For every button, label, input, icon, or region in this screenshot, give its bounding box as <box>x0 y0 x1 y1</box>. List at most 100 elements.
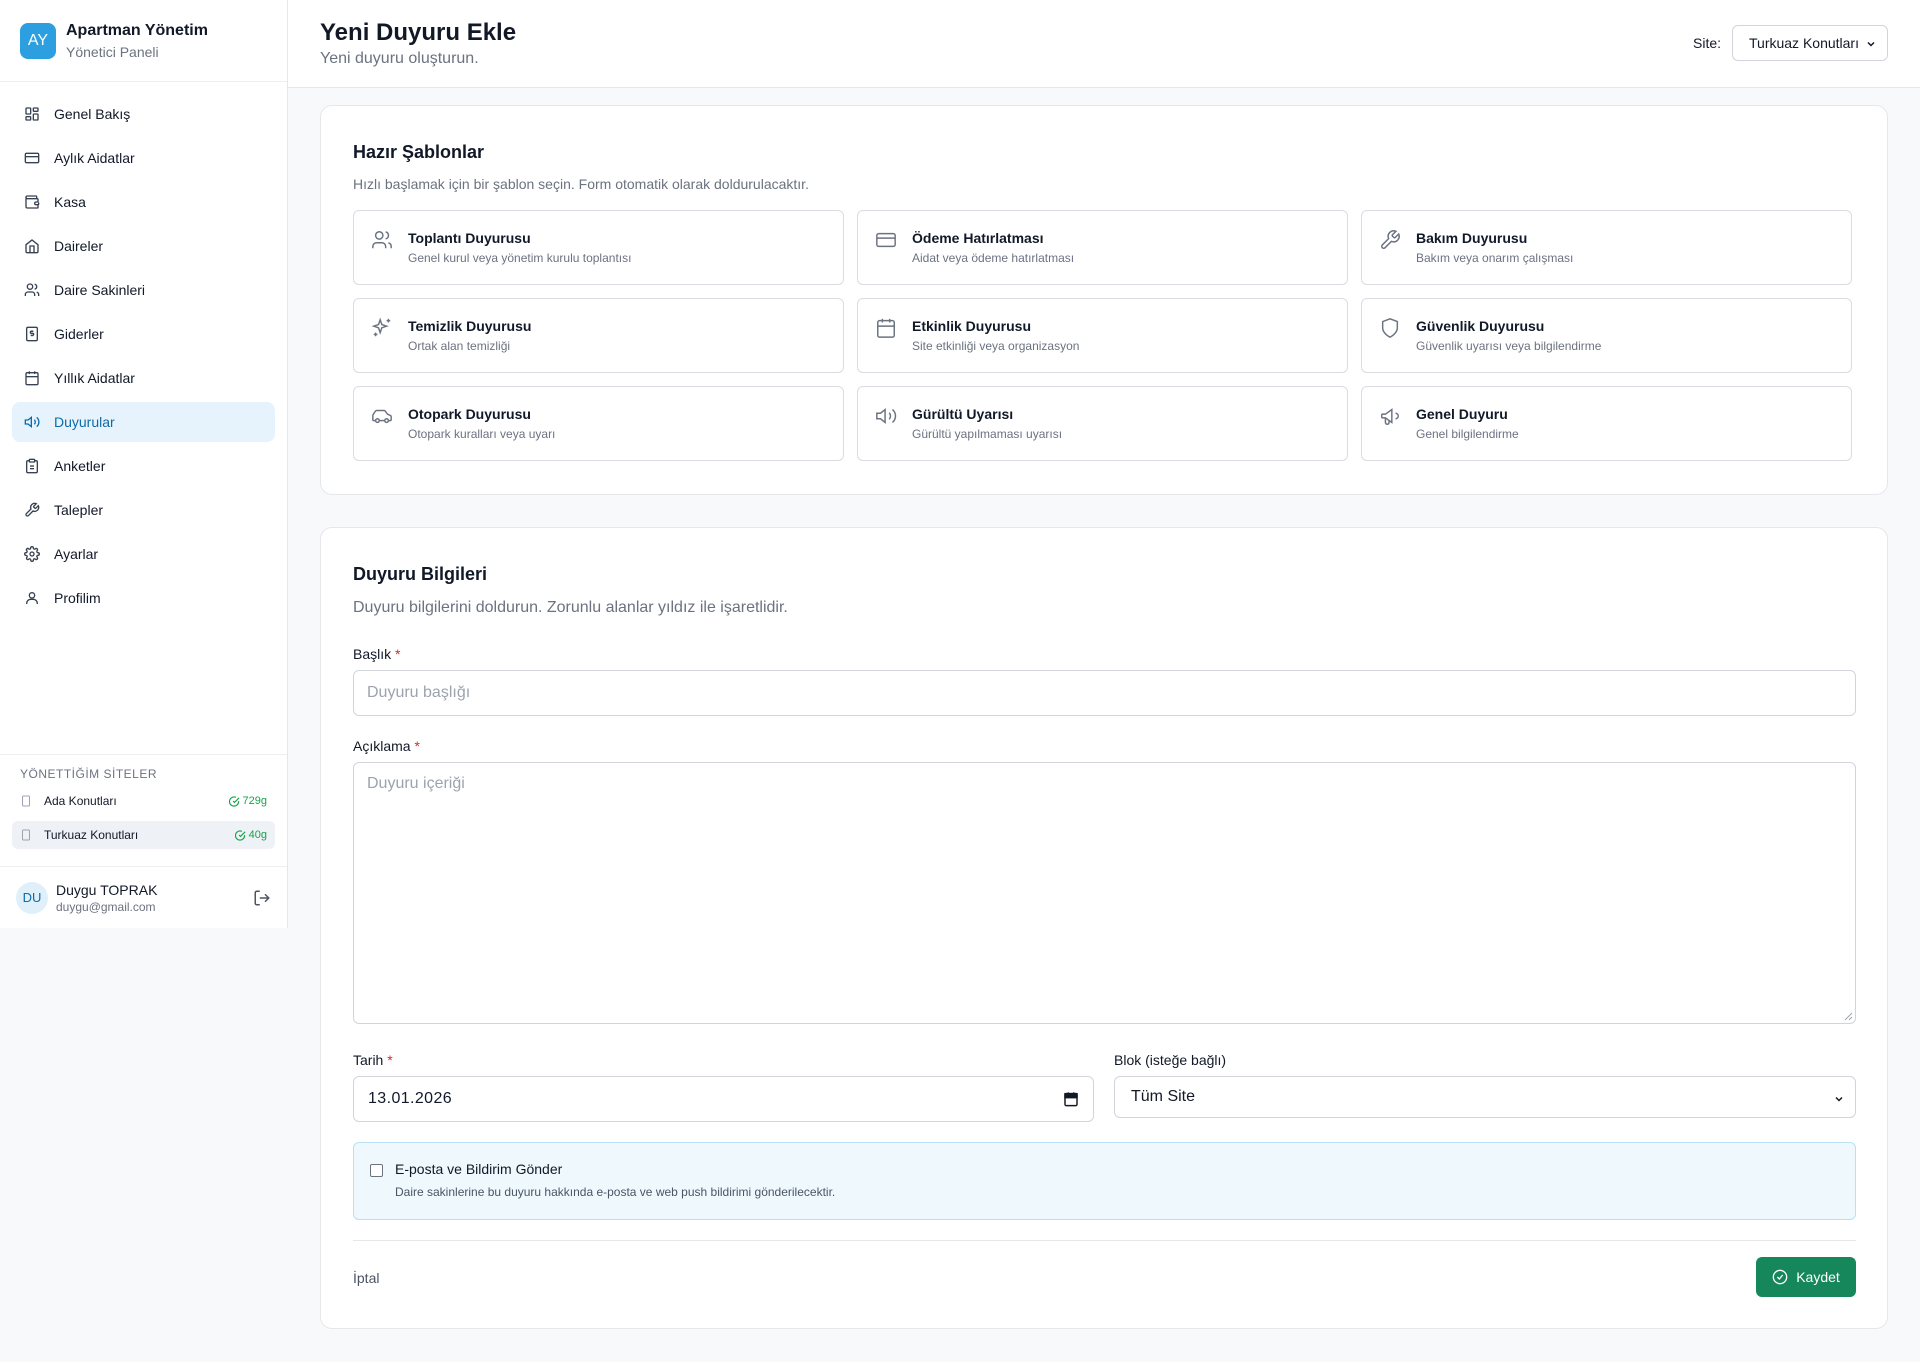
gear-icon <box>24 546 40 562</box>
template-description: Bakım veya onarım çalışması <box>1416 251 1574 265</box>
megaphone-icon <box>24 415 40 429</box>
brand-subtitle: Yönetici Paneli <box>66 43 159 60</box>
template-toplanti[interactable]: Toplantı Duyurusu Genel kurul veya yöneti… <box>353 210 844 285</box>
templates-description: Hızlı başlamak için bir şablon seçin. Fo… <box>353 176 809 192</box>
sidebar-item-label: Anketler <box>54 458 106 474</box>
sidebar-item-label: Giderler <box>54 326 104 342</box>
template-name: Toplantı Duyurusu <box>408 230 531 246</box>
chevron-down-icon <box>1867 41 1875 47</box>
sidebar-item-anketler[interactable]: Anketler <box>12 446 275 486</box>
template-bakim[interactable]: Bakım Duyurusu Bakım veya onarım çalışmas… <box>1361 210 1852 285</box>
template-gurultu[interactable]: Gürültü Uyarısı Gürültü yapılmaması uyarı… <box>857 386 1348 461</box>
sidebar-item-daireler[interactable]: Daireler <box>12 226 275 266</box>
shield-icon <box>1381 318 1399 338</box>
calendar-icon <box>25 371 39 386</box>
save-button-label: Kaydet <box>1796 1269 1840 1285</box>
home-icon <box>25 239 39 254</box>
sidebar-item-kasa[interactable]: Kasa <box>12 182 275 222</box>
site-days-value: 729g <box>242 795 267 807</box>
sidebar-item-daire-sakinleri[interactable]: Daire Sakinleri <box>12 270 275 310</box>
block-field-label: Blok (isteğe bağlı) <box>1114 1052 1227 1068</box>
required-mark: * <box>387 1052 393 1068</box>
dashboard-icon <box>25 107 39 121</box>
credit-card-icon <box>24 152 40 164</box>
user-card: DU Duygu TOPRAK duygu@gmail.com <box>0 866 287 928</box>
sidebar-item-label: Profilim <box>54 590 101 606</box>
sidebar-item-label: Ayarlar <box>54 546 99 562</box>
sidebar-item-ayarlar[interactable]: Ayarlar <box>12 534 275 574</box>
title-label-text: Başlık <box>353 646 392 662</box>
car-icon <box>372 409 392 424</box>
resize-handle-icon[interactable] <box>1843 1011 1853 1021</box>
logout-icon[interactable] <box>253 889 271 907</box>
calendar-icon <box>877 318 895 338</box>
templates-title: Hazır Şablonlar <box>353 142 485 162</box>
sidebar-item-giderler[interactable]: Giderler <box>12 314 275 354</box>
date-field-label: Tarih * <box>353 1052 393 1068</box>
template-odeme[interactable]: Ödeme Hatırlatması Aidat veya ödeme hatır… <box>857 210 1348 285</box>
site-item-ada-konutlari[interactable]: Ada Konutları 729g <box>12 787 275 815</box>
block-select[interactable]: Tüm Site <box>1114 1076 1856 1118</box>
cancel-button[interactable]: İptal <box>353 1270 379 1286</box>
form-title: Duyuru Bilgileri <box>353 564 488 584</box>
template-guvenlik[interactable]: Güvenlik Duyurusu Güvenlik uyarısı veya b… <box>1361 298 1852 373</box>
calendar-picker-icon[interactable] <box>1063 1091 1079 1107</box>
block-select-value: Tüm Site <box>1131 1088 1196 1105</box>
volume-icon <box>876 408 897 424</box>
save-button[interactable]: Kaydet <box>1756 1257 1856 1297</box>
wrench-icon <box>25 502 40 517</box>
required-mark: * <box>414 738 420 754</box>
sidebar-item-label: Yıllık Aidatlar <box>54 370 135 386</box>
date-input[interactable]: 13.01.2026 <box>353 1076 1094 1122</box>
title-input[interactable]: Duyuru başlığı <box>353 670 1856 716</box>
notification-option-title: E-posta ve Bildirim Gönder <box>395 1161 563 1177</box>
sidebar-item-duyurular[interactable]: Duyurular <box>12 402 275 442</box>
sidebar-item-genel-bakis[interactable]: Genel Bakış <box>12 94 275 134</box>
content-label-text: Açıklama <box>353 738 411 754</box>
sidebar-item-talepler[interactable]: Talepler <box>12 490 275 530</box>
announcement-form-card: Duyuru Bilgileri Duyuru bilgilerini dold… <box>320 527 1888 1329</box>
template-description: Gürültü yapılmaması uyarısı <box>912 427 1063 441</box>
template-etkinlik[interactable]: Etkinlik Duyurusu Site etkinliği veya org… <box>857 298 1348 373</box>
template-name: Güvenlik Duyurusu <box>1416 318 1545 334</box>
users-icon <box>24 283 40 296</box>
date-label-text: Tarih <box>353 1052 384 1068</box>
templates-card: Hazır Şablonlar Hızlı başlamak için bir … <box>320 105 1888 495</box>
receipt-icon <box>26 326 38 342</box>
template-name: Bakım Duyurusu <box>1416 230 1528 246</box>
title-field-label: Başlık * <box>353 646 400 662</box>
content-field-label: Açıklama * <box>353 738 420 754</box>
site-days-badge: 729g <box>228 795 267 807</box>
form-divider <box>353 1240 1856 1241</box>
content-textarea-placeholder: Duyuru içeriği <box>367 775 465 792</box>
template-name: Temizlik Duyurusu <box>408 318 532 334</box>
template-temizlik[interactable]: Temizlik Duyurusu Ortak alan temizliği <box>353 298 844 373</box>
content-textarea[interactable]: Duyuru içeriği <box>353 762 1856 1024</box>
sidebar-item-label: Aylık Aidatlar <box>54 150 135 166</box>
template-otopark[interactable]: Otopark Duyurusu Otopark kuralları veya u… <box>353 386 844 461</box>
sidebar-item-aylik-aidatlar[interactable]: Aylık Aidatlar <box>12 138 275 178</box>
site-name: Ada Konutları <box>44 794 117 808</box>
site-select-label: Site: <box>1693 35 1722 51</box>
brand-logo: AY <box>20 22 56 59</box>
template-genel[interactable]: Genel Duyuru Genel bilgilendirme <box>1361 386 1852 461</box>
sidebar-item-profilim[interactable]: Profilim <box>12 578 275 618</box>
template-grid: Toplantı Duyurusu Genel kurul veya yöneti… <box>353 210 1856 461</box>
site-item-turkuaz-konutlari[interactable]: Turkuaz Konutları 40g <box>12 821 275 849</box>
page-header: Yeni Duyuru Ekle Yeni duyuru oluşturun. … <box>288 0 1920 88</box>
sidebar-item-label: Daire Sakinleri <box>54 282 146 298</box>
template-name: Gürültü Uyarısı <box>912 406 1014 422</box>
site-select[interactable]: Turkuaz Konutları <box>1732 25 1888 61</box>
page-subtitle: Yeni duyuru oluşturun. <box>320 50 479 67</box>
site-days-badge: 40g <box>234 829 267 841</box>
user-email: duygu@gmail.com <box>56 899 156 914</box>
template-description: Otopark kuralları veya uyarı <box>408 427 556 441</box>
building-icon <box>22 829 30 841</box>
user-icon <box>26 592 38 604</box>
sidebar-item-yillik-aidatlar[interactable]: Yıllık Aidatlar <box>12 358 275 398</box>
building-icon <box>22 795 30 807</box>
check-circle-icon <box>1772 1269 1788 1285</box>
send-notification-checkbox[interactable] <box>370 1164 383 1177</box>
sidebar-nav: Genel Bakış Aylık Aidatlar Kasa Daireler… <box>0 82 287 618</box>
wrench-icon <box>1381 230 1400 249</box>
